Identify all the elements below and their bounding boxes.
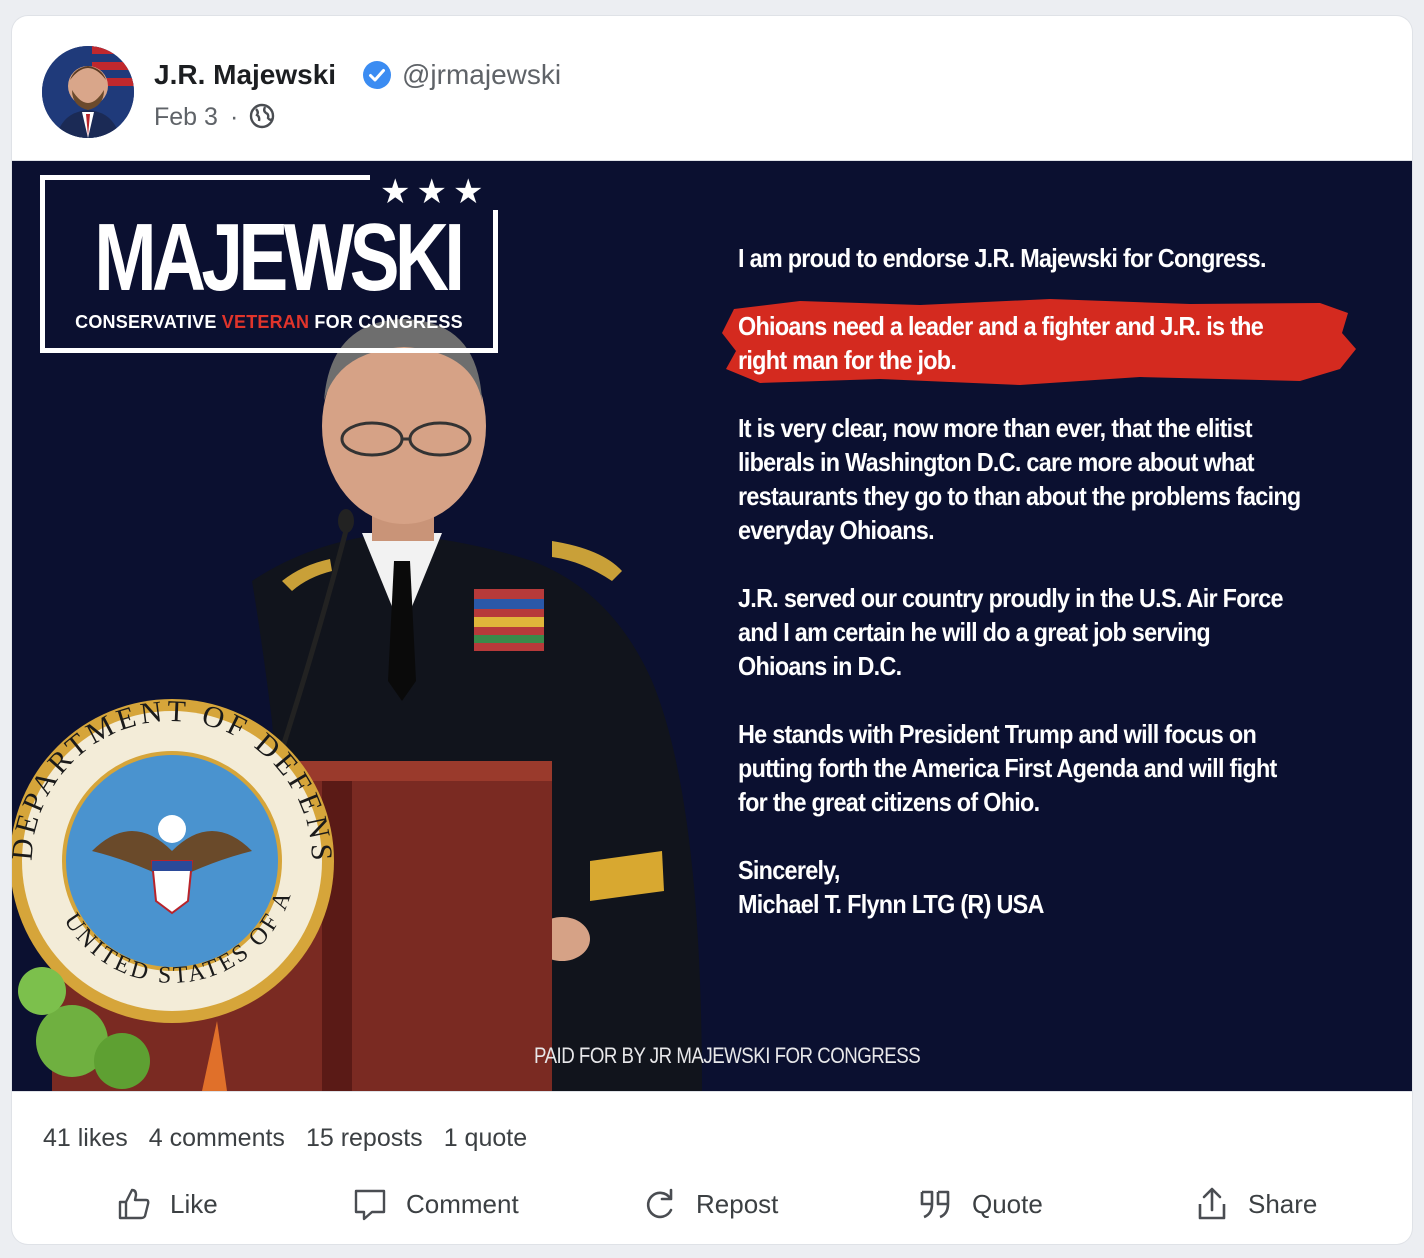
letter-line: everyday Ohioans. xyxy=(738,515,935,545)
likes-count[interactable]: 41 likes xyxy=(43,1123,128,1153)
comments-count[interactable]: 4 comments xyxy=(149,1123,285,1153)
letter-line: Ohioans need a leader and a fighter and … xyxy=(738,311,1264,341)
like-button[interactable]: Like xyxy=(116,1186,218,1222)
globe-icon xyxy=(249,103,275,129)
letter-line: right man for the job. xyxy=(738,345,957,375)
share-icon xyxy=(1198,1187,1226,1220)
logo-tagline: CONSERVATIVE VETERAN FOR CONGRESS xyxy=(75,312,463,332)
repost-label: Repost xyxy=(696,1188,779,1219)
like-label: Like xyxy=(170,1188,218,1219)
letter-line: J.R. served our country proudly in the U… xyxy=(738,583,1284,613)
letter-line: He stands with President Trump and will … xyxy=(738,719,1257,749)
author-name[interactable]: J.R. Majewski xyxy=(154,58,336,92)
post-card: J.R. Majewski @jrmajewski Feb 3 · DEPART… xyxy=(12,16,1412,1244)
paid-for-disclaimer: PAID FOR BY JR MAJEWSKI FOR CONGRESS xyxy=(534,1043,921,1068)
highlighted-paragraph: Ohioans need a leader and a fighter and … xyxy=(722,299,1398,385)
svg-text:DEPARTMENT OF DEFENSE: DEPARTMENT OF DEFENSE xyxy=(12,691,338,865)
comment-button[interactable]: Comment xyxy=(352,1186,519,1222)
repost-icon xyxy=(646,1188,673,1219)
author-handle[interactable]: @jrmajewski xyxy=(402,58,561,92)
share-label: Share xyxy=(1248,1188,1318,1219)
letter-line: Sincerely, xyxy=(738,855,840,885)
logo-name: MAJEWSKI xyxy=(94,204,465,311)
engagement-stats: 41 likes 4 comments 15 reposts 1 quote xyxy=(43,1123,527,1153)
letter-line: It is very clear, now more than ever, th… xyxy=(738,413,1253,443)
letter-line: putting forth the America First Agenda a… xyxy=(738,753,1277,783)
letter-line: liberals in Washington D.C. care more ab… xyxy=(738,447,1255,477)
letter-line: and I am certain he will do a great job … xyxy=(738,617,1211,647)
post-image[interactable]: DEPARTMENT OF DEFENSE UNITED STATES OF A… xyxy=(12,160,1412,1092)
verified-badge-icon xyxy=(363,61,391,89)
action-bar: Like Comment Repost Quote Share xyxy=(12,1176,1412,1236)
quote-icon xyxy=(920,1190,950,1219)
share-button[interactable]: Share xyxy=(1194,1186,1317,1222)
quote-button[interactable]: Quote xyxy=(918,1186,1043,1222)
seal-top-text: DEPARTMENT OF DEFENSE xyxy=(12,691,334,865)
post-date[interactable]: Feb 3 xyxy=(154,102,218,132)
letter-line: restaurants they go to than about the pr… xyxy=(738,481,1301,511)
separator: · xyxy=(230,103,239,131)
letter-line: for the great citizens of Ohio. xyxy=(738,787,1040,817)
comment-label: Comment xyxy=(406,1188,519,1219)
comment-icon xyxy=(354,1189,386,1221)
seal-text: DEPARTMENT OF DEFENSE UNITED STATES OF A… xyxy=(12,691,338,989)
letter-line: Ohioans in D.C. xyxy=(738,651,902,681)
endorsement-letter: I am proud to endorse J.R. Majewski for … xyxy=(722,241,1398,921)
reposts-count[interactable]: 15 reposts xyxy=(306,1123,423,1153)
quote-label: Quote xyxy=(972,1188,1043,1219)
quotes-count[interactable]: 1 quote xyxy=(444,1123,527,1153)
letter-line: I am proud to endorse J.R. Majewski for … xyxy=(738,243,1266,273)
avatar[interactable] xyxy=(42,46,134,138)
thumbs-up-icon xyxy=(118,1188,150,1220)
campaign-logo: ★★★ MAJEWSKI CONSERVATIVE VETERAN FOR CO… xyxy=(40,174,500,353)
letter-line: Michael T. Flynn LTG (R) USA xyxy=(738,889,1044,919)
repost-button[interactable]: Repost xyxy=(642,1186,778,1222)
